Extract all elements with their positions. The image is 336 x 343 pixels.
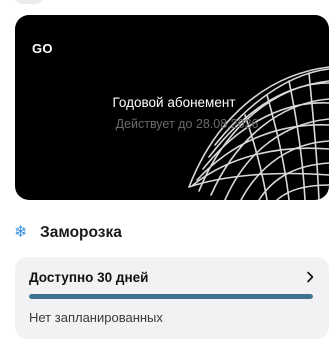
freeze-section-title: Заморозка [40, 224, 122, 241]
membership-valid-until: Действует до 28.08.2026 [115, 117, 259, 131]
freeze-status-text: Нет запланированных [29, 310, 163, 325]
freeze-progress-fill [29, 294, 313, 299]
chevron-right-icon [307, 271, 314, 283]
snowflake-icon: ❄ [14, 224, 28, 241]
freeze-progress-bar [29, 294, 313, 299]
membership-title: Годовой абонемент [112, 95, 236, 110]
top-tab-pill[interactable] [14, 0, 44, 4]
membership-card[interactable]: GO Годовой абонемент Действует до 28.08.… [15, 15, 329, 200]
freeze-panel[interactable]: Доступно 30 дней Нет запланированных [15, 257, 329, 339]
freeze-section-header: ❄ Заморозка [14, 222, 122, 244]
freeze-available-days: Доступно 30 дней [29, 269, 149, 285]
freeze-available-row[interactable]: Доступно 30 дней [29, 267, 315, 287]
brand-logo: GO [32, 41, 53, 56]
